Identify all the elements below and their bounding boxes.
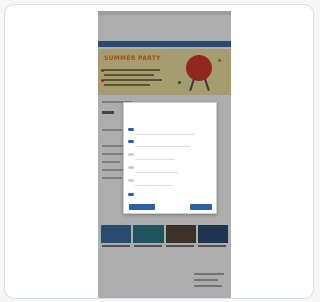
cookie-consent-dialog bbox=[123, 102, 217, 214]
screenshot-card: SUMMER PARTY bbox=[4, 4, 314, 299]
consent-option[interactable] bbox=[128, 177, 214, 183]
option-text bbox=[135, 159, 175, 160]
consent-option[interactable] bbox=[128, 191, 214, 197]
toggle-switch[interactable] bbox=[128, 139, 134, 143]
toggle-switch[interactable] bbox=[128, 152, 134, 156]
consent-option[interactable] bbox=[128, 164, 214, 170]
option-text bbox=[135, 185, 173, 186]
toggle-switch[interactable] bbox=[128, 192, 134, 196]
option-text bbox=[135, 134, 195, 135]
toggle-switch[interactable] bbox=[128, 165, 134, 169]
consent-option[interactable] bbox=[128, 151, 214, 157]
save-settings-button[interactable] bbox=[129, 204, 155, 210]
accept-all-button[interactable] bbox=[190, 204, 212, 210]
toggle-switch[interactable] bbox=[128, 178, 134, 182]
consent-option[interactable] bbox=[128, 138, 214, 144]
option-text bbox=[135, 146, 190, 147]
option-text bbox=[135, 172, 179, 173]
consent-option[interactable] bbox=[128, 126, 214, 132]
toggle-switch[interactable] bbox=[128, 127, 134, 131]
